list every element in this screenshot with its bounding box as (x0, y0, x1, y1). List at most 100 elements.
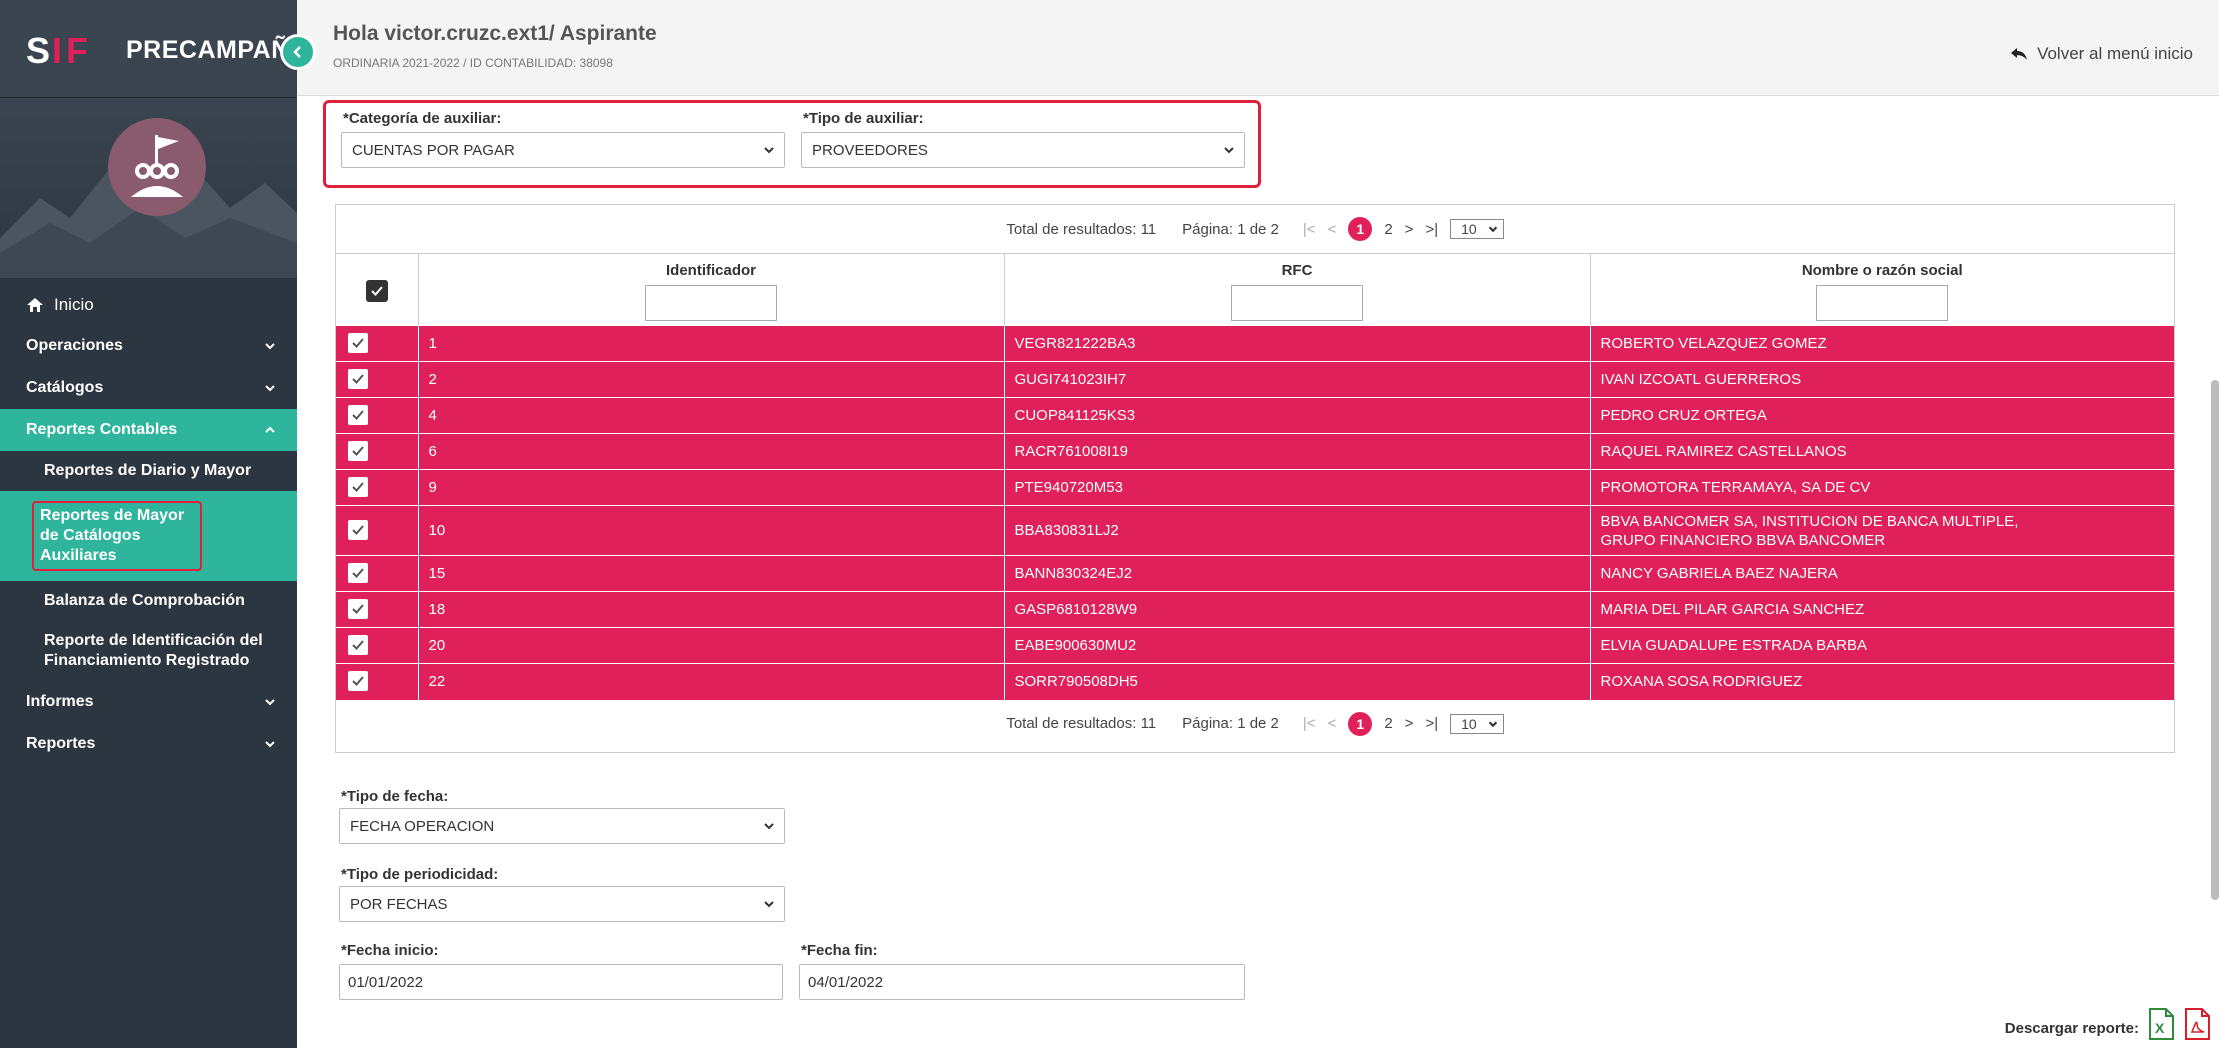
row-checkbox[interactable] (348, 519, 368, 540)
results-table: Identificador RFC Nombre o razón social (336, 253, 2174, 700)
page-1-button[interactable]: 1 (1348, 711, 1373, 736)
categoria-select[interactable]: CUENTAS POR PAGAR (341, 132, 785, 168)
sidebar-subitem-balanza[interactable]: Balanza de Comprobación (0, 581, 297, 621)
identificador-filter-input[interactable] (645, 285, 777, 321)
cell-identificador: 20 (418, 627, 1005, 664)
excel-download-icon[interactable]: X (2147, 1008, 2175, 1040)
periodicidad-value: POR FECHAS (350, 895, 448, 913)
next-page-button[interactable]: > (1405, 221, 1414, 238)
group-user-icon (131, 135, 183, 197)
column-title: Nombre o razón social (1801, 262, 1963, 279)
cell-nombre: PROMOTORA TERRAMAYA, SA DE CV (1590, 469, 2174, 506)
sidebar-subitem-label: Reportes de Diario y Mayor (44, 462, 252, 479)
row-select-cell (336, 555, 419, 592)
cell-identificador: 15 (418, 555, 1005, 592)
tipo-fecha-select[interactable]: FECHA OPERACION (339, 808, 785, 844)
check-icon (352, 568, 364, 578)
page-indicator: Página: 1 de 2 (1182, 715, 1279, 732)
check-icon (371, 286, 383, 296)
next-page-button[interactable]: > (1405, 715, 1414, 732)
page-1-button[interactable]: 1 (1348, 217, 1373, 241)
cell-nombre: MARIA DEL PILAR GARCIA SANCHEZ (1590, 591, 2174, 628)
tipo-auxiliar-label: *Tipo de auxiliar: (803, 110, 924, 127)
table-row[interactable]: 20 EABE900630MU2 ELVIA GUADALUPE ESTRADA… (336, 627, 2174, 664)
chevron-left-icon (293, 46, 301, 58)
back-to-menu-link[interactable]: Volver al menú inicio (2009, 44, 2193, 64)
last-page-button[interactable]: >| (1425, 221, 1438, 238)
table-row[interactable]: 22 SORR790508DH5 ROXANA SOSA RODRIGUEZ (336, 663, 2174, 700)
sidebar-item-label: Reportes (26, 735, 96, 752)
page-2-button[interactable]: 2 (1384, 221, 1392, 238)
tipo-auxiliar-select[interactable]: PROVEEDORES (801, 132, 1245, 168)
svg-text:I: I (52, 30, 62, 70)
sidebar-item-reportes-contables[interactable]: Reportes Contables (0, 409, 297, 451)
page-2-button[interactable]: 2 (1384, 715, 1392, 732)
row-select-cell (336, 627, 419, 664)
row-checkbox[interactable] (348, 599, 368, 619)
row-checkbox[interactable] (348, 635, 368, 655)
row-select-cell (336, 663, 419, 700)
sidebar: S I F PRECAMPAÑA Inicio Operaciones Catá… (0, 0, 316, 1048)
cell-rfc: PTE940720M53 (1004, 469, 1591, 506)
row-checkbox[interactable] (348, 671, 368, 692)
page-size-select[interactable]: 10 (1450, 713, 1504, 734)
fecha-inicio-input[interactable]: 01/01/2022 (339, 964, 783, 1000)
row-checkbox[interactable] (348, 441, 368, 461)
first-page-button[interactable]: |< (1303, 715, 1316, 732)
collapse-sidebar-button[interactable] (280, 34, 316, 70)
sidebar-subitem-diario-mayor[interactable]: Reportes de Diario y Mayor (0, 451, 297, 491)
cell-nombre: RAQUEL RAMIREZ CASTELLANOS (1590, 433, 2174, 470)
svg-text:F: F (66, 30, 88, 70)
avatar-banner (0, 98, 297, 278)
prev-page-button[interactable]: < (1328, 221, 1337, 238)
cell-rfc: GASP6810128W9 (1004, 591, 1591, 628)
table-row[interactable]: 18 GASP6810128W9 MARIA DEL PILAR GARCIA … (336, 591, 2174, 628)
cell-rfc: BBA830831LJ2 (1004, 505, 1591, 556)
sidebar-item-reportes[interactable]: Reportes (0, 723, 297, 765)
row-select-cell (336, 361, 419, 398)
total-results: Total de resultados: 11 (1006, 220, 1157, 238)
sidebar-item-catalogos[interactable]: Catálogos (0, 367, 297, 409)
table-row[interactable]: 4 CUOP841125KS3 PEDRO CRUZ ORTEGA (336, 397, 2174, 434)
cell-identificador: 9 (418, 469, 1005, 506)
table-row[interactable]: 10 BBA830831LJ2 BBVA BANCOMER SA, INSTIT… (336, 505, 2174, 556)
table-row[interactable]: 1 VEGR821222BA3 ROBERTO VELAZQUEZ GOMEZ (336, 325, 2174, 362)
table-row[interactable]: 15 BANN830324EJ2 NANCY GABRIELA BAEZ NAJ… (336, 555, 2174, 592)
page-size-value: 10 (1461, 221, 1477, 237)
tipo-fecha-label: *Tipo de fecha: (341, 788, 449, 805)
prev-page-button[interactable]: < (1328, 715, 1337, 732)
cell-rfc: EABE900630MU2 (1004, 627, 1591, 664)
top-header: Hola victor.cruzc.ext1/ Aspirante ORDINA… (297, 0, 2219, 96)
row-checkbox[interactable] (348, 405, 368, 425)
chevron-up-icon (265, 426, 275, 433)
fecha-fin-input[interactable]: 04/01/2022 (799, 964, 1245, 1000)
row-checkbox[interactable] (348, 477, 368, 497)
sidebar-item-operaciones[interactable]: Operaciones (0, 325, 297, 367)
check-icon (352, 640, 364, 650)
table-row[interactable]: 6 RACR761008I19 RAQUEL RAMIREZ CASTELLAN… (336, 433, 2174, 470)
sidebar-subitem-mayor-catalogos[interactable]: Reportes de Mayor de Catálogos Auxiliare… (0, 491, 297, 581)
row-checkbox[interactable] (348, 369, 368, 389)
sidebar-subitem-identificacion[interactable]: Reporte de Identificación del Financiami… (0, 621, 297, 681)
rfc-filter-input[interactable] (1231, 285, 1363, 321)
row-select-cell (336, 433, 419, 470)
row-checkbox[interactable] (348, 333, 368, 353)
page-scrollbar[interactable] (2211, 380, 2219, 900)
row-select-cell (336, 397, 419, 434)
table-row[interactable]: 2 GUGI741023IH7 IVAN IZCOATL GUERREROS (336, 361, 2174, 398)
pdf-download-icon[interactable] (2183, 1008, 2211, 1040)
page-size-select[interactable]: 10 (1450, 219, 1504, 239)
nombre-filter-input[interactable] (1816, 285, 1949, 321)
select-all-checkbox[interactable] (365, 280, 388, 302)
first-page-button[interactable]: |< (1303, 221, 1316, 238)
sidebar-item-informes[interactable]: Informes (0, 681, 297, 723)
download-label: Descargar reporte: (2004, 1020, 2139, 1037)
sif-logo: S I F (26, 30, 88, 70)
sidebar-nav: Inicio Operaciones Catálogos Reportes Co… (0, 285, 297, 765)
row-checkbox[interactable] (348, 563, 368, 583)
fecha-fin-label: *Fecha fin: (801, 942, 878, 959)
last-page-button[interactable]: >| (1425, 715, 1438, 732)
periodicidad-select[interactable]: POR FECHAS (339, 886, 785, 922)
sidebar-item-inicio[interactable]: Inicio (0, 285, 297, 325)
table-row[interactable]: 9 PTE940720M53 PROMOTORA TERRAMAYA, SA D… (336, 469, 2174, 506)
